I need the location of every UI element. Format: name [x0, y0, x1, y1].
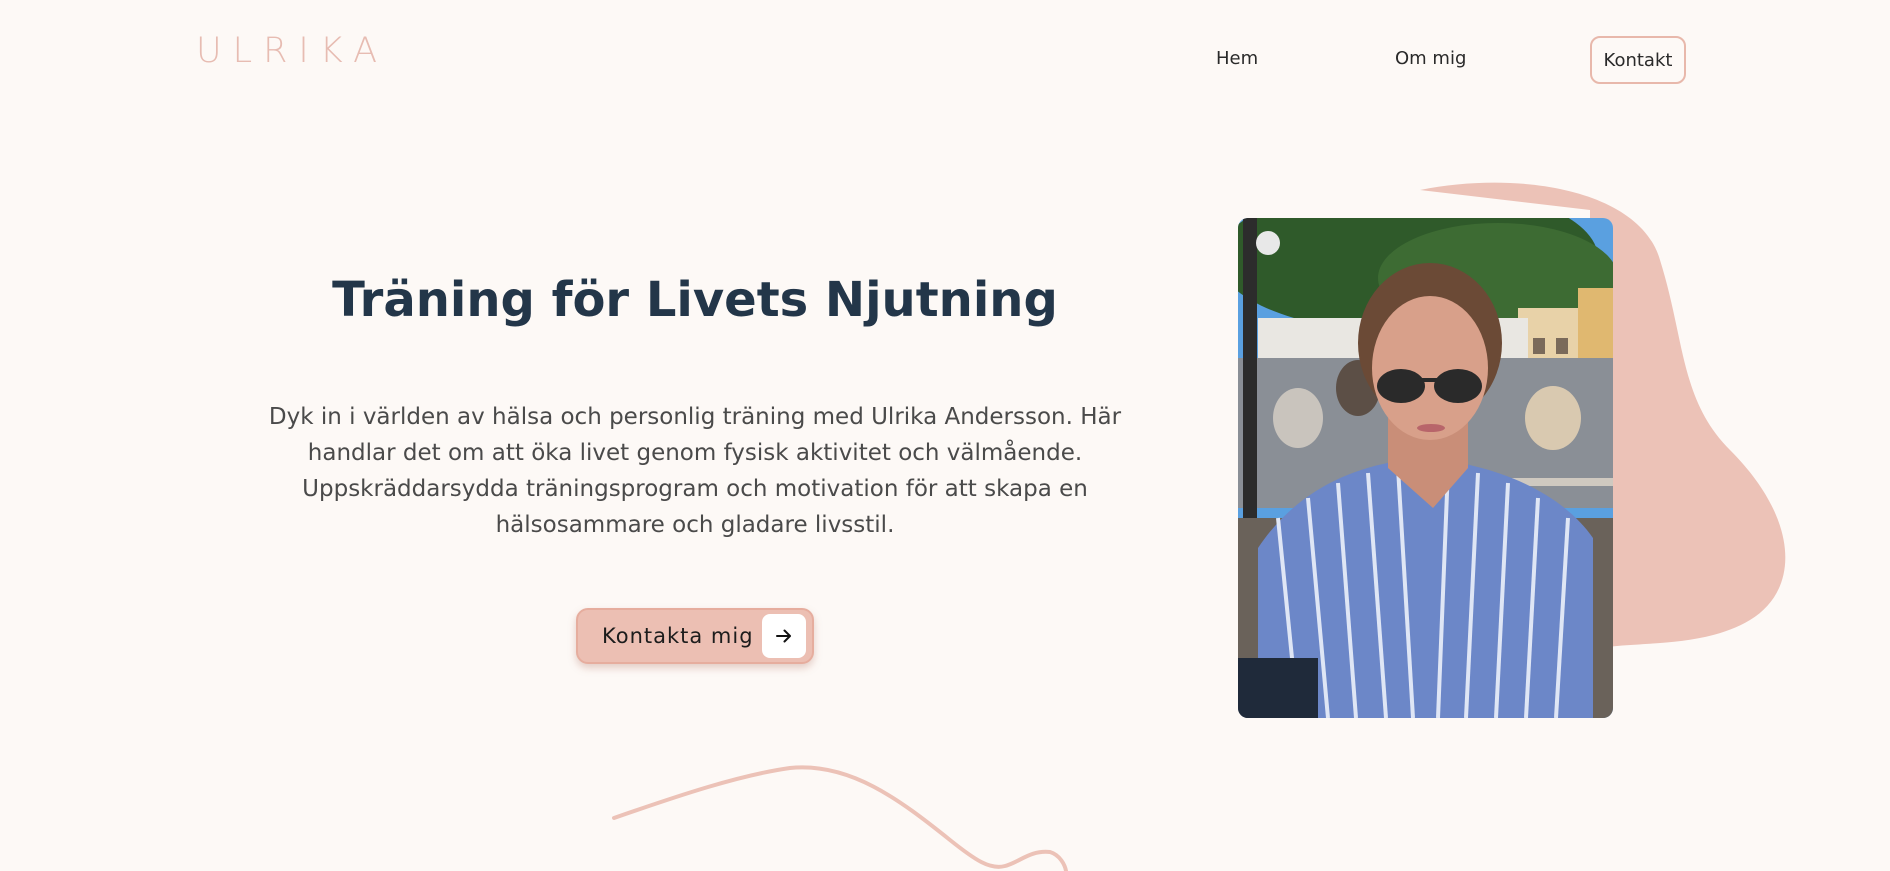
hero-title: Träning för Livets Njutning	[332, 272, 1058, 328]
site-logo[interactable]: ULRIKA	[196, 34, 388, 69]
contact-me-label: Kontakta mig	[602, 624, 754, 648]
page: ULRIKA Hem Om mig Kontakt Träning för Li…	[0, 0, 1890, 871]
hero-description: Dyk in i världen av hälsa och personlig …	[268, 404, 1122, 538]
nav-link-home[interactable]: Hem	[1216, 48, 1258, 70]
nav-link-about[interactable]: Om mig	[1395, 48, 1466, 70]
decorative-wave-line	[612, 765, 1068, 871]
nav-contact-button[interactable]: Kontakt	[1590, 36, 1686, 84]
contact-me-button[interactable]: Kontakta mig	[576, 608, 814, 664]
portrait-photo	[1238, 218, 1613, 718]
arrow-right-icon	[762, 614, 806, 658]
